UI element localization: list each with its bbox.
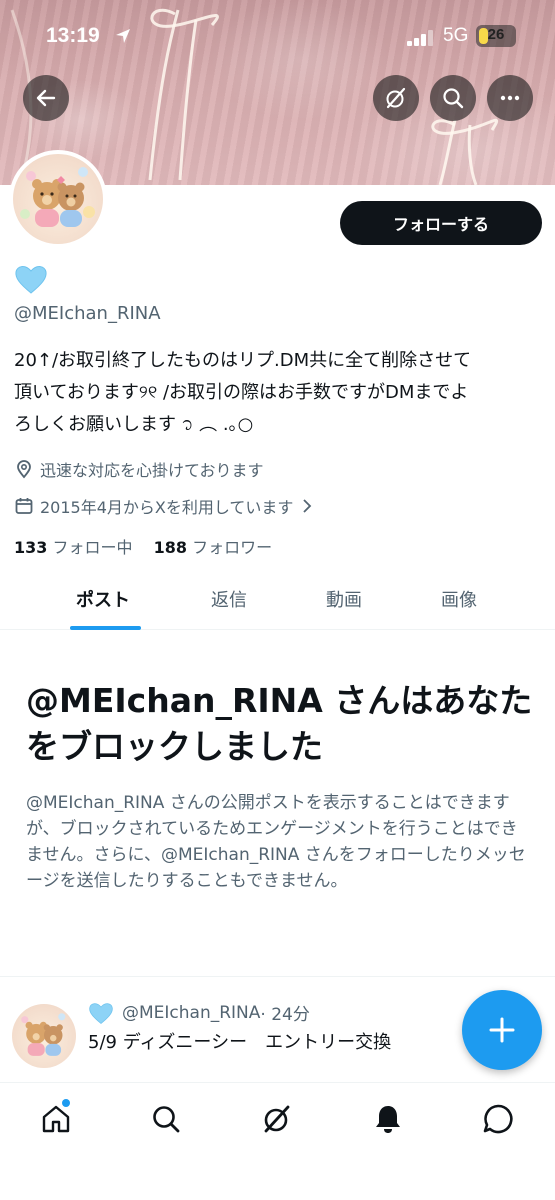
home-notification-dot [62, 1099, 70, 1107]
profile-location: 迅速な対応を心掛けております [14, 457, 264, 481]
following-link[interactable]: 133 フォロー中 [14, 538, 133, 557]
compose-plus-icon [489, 1017, 515, 1043]
grok-icon [264, 1105, 290, 1133]
battery-indicator: 26 [476, 25, 516, 47]
following-count: 133 [14, 538, 48, 557]
tab-images[interactable]: 画像 [441, 586, 477, 612]
back-button[interactable] [23, 75, 69, 121]
tweet-text[interactable]: 5/9 ディズニーシー エントリー交換 [88, 1028, 391, 1054]
teddy-bears-avatar-image [21, 1013, 66, 1056]
follow-button[interactable]: フォローする [340, 201, 542, 245]
location-arrow-icon [116, 29, 130, 43]
following-label: フォロー中 [52, 538, 133, 557]
divider [0, 976, 555, 977]
more-button[interactable] [487, 75, 533, 121]
blocked-title: @MEIchan_RINA さんはあなたをブロックしました [26, 681, 533, 766]
tweet-header: @MEIchan_RINA · 24分 [88, 1000, 310, 1025]
notifications-icon [376, 1106, 400, 1133]
grok-icon [386, 87, 406, 109]
profile-bio: 20↑/お取引終了したものはリプ.DM共に全て削除させて 頂いております୨୧ /… [14, 345, 534, 441]
profile-handle: @MEIchan_RINA [14, 303, 161, 324]
joined-text: 2015年4月からXを利用しています [40, 498, 294, 517]
bio-line: 20↑/お取引終了したものはリプ.DM共に全て削除させて [14, 350, 472, 371]
calendar-icon [15, 498, 33, 514]
profile-avatar[interactable] [9, 150, 107, 248]
blue-heart-emoji [89, 1002, 113, 1024]
tab-replies[interactable]: 返信 [211, 586, 247, 612]
messages-icon [483, 1104, 513, 1134]
nav-grok[interactable] [257, 1099, 297, 1139]
tab-videos[interactable]: 動画 [326, 586, 362, 612]
profile-tabs: ポスト 返信 動画 画像 [0, 568, 555, 630]
nav-messages[interactable] [478, 1099, 518, 1139]
tab-posts[interactable]: ポスト [76, 586, 130, 612]
compose-button[interactable] [462, 990, 542, 1070]
teddy-bears-avatar-image [20, 167, 95, 227]
battery-text: 26 [487, 26, 505, 43]
active-tab-indicator [70, 626, 141, 630]
bio-line: ろしくお願いします ᭡ ︵ .｡○ [14, 414, 254, 435]
home-icon [42, 1105, 70, 1133]
status-bar: 13:19 5G 26 [0, 0, 555, 72]
search-icon [443, 88, 464, 109]
more-icon [500, 95, 520, 101]
blue-heart-emoji [15, 266, 47, 294]
bottom-navigation [0, 1082, 555, 1200]
chevron-right-icon [303, 499, 312, 513]
tweet-handle[interactable]: @MEIchan_RINA [122, 1003, 260, 1023]
followers-label: フォロワー [192, 538, 273, 557]
search-icon [153, 1106, 180, 1133]
follow-stats: 133 フォロー中 188 フォロワー [14, 534, 272, 558]
arrow-left-icon [36, 89, 56, 107]
network-label: 5G [443, 25, 469, 46]
location-text: 迅速な対応を心掛けております [40, 461, 264, 480]
blocked-description: @MEIchan_RINA さんの公開ポストを表示することはできますが、ブロック… [26, 793, 526, 891]
signal-icon [407, 30, 433, 46]
profile-joined-date[interactable]: 2015年4月からXを利用しています [14, 494, 315, 518]
search-button[interactable] [430, 75, 476, 121]
location-pin-icon [17, 460, 31, 479]
nav-search[interactable] [146, 1099, 186, 1139]
grok-button[interactable] [373, 75, 419, 121]
status-time: 13:19 [46, 24, 100, 47]
nav-home[interactable] [36, 1099, 76, 1139]
followers-count: 188 [153, 538, 188, 557]
tweet-time: · 24分 [260, 1005, 310, 1025]
followers-link[interactable]: 188 フォロワー [154, 538, 273, 557]
nav-notifications[interactable] [368, 1099, 408, 1139]
bio-line: 頂いております୨୧ /お取引の際はお手数ですがDMまでよ [14, 382, 469, 403]
tweet-avatar[interactable] [12, 1004, 76, 1068]
